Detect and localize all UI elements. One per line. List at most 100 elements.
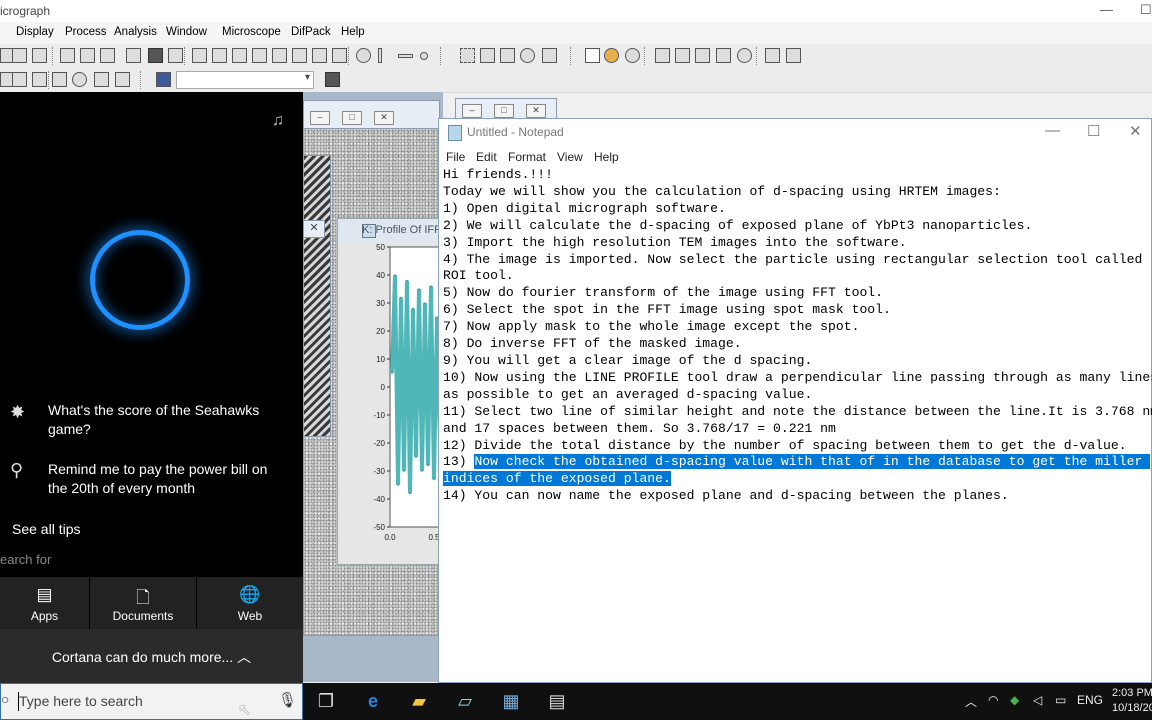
cortana-more-button[interactable]: Cortana can do much more... ︿ bbox=[0, 629, 303, 685]
wifi-icon[interactable]: ◠ bbox=[988, 693, 998, 707]
menu-window[interactable]: Window bbox=[166, 26, 207, 38]
lasso-icon[interactable] bbox=[520, 48, 535, 63]
maximize-button[interactable]: □ bbox=[494, 104, 514, 118]
notepad-title-bar[interactable]: Untitled - Notepad — ☐ ✕ bbox=[439, 119, 1151, 146]
image-window-1-titlebar[interactable]: – □ ✕ bbox=[303, 100, 440, 130]
volume-icon[interactable]: ◁ bbox=[1033, 693, 1042, 707]
zoom-icon[interactable] bbox=[625, 48, 640, 63]
text-icon[interactable] bbox=[655, 48, 670, 63]
close-button[interactable]: ✕ bbox=[526, 104, 546, 118]
taskbar-search-box[interactable]: ○ Type here to search 🎙 bbox=[0, 683, 303, 720]
profile-title-bar[interactable]: K: Profile Of IFF bbox=[338, 219, 444, 241]
search-input[interactable]: Type here to search bbox=[19, 693, 143, 709]
file-explorer-icon[interactable]: ▰ bbox=[406, 688, 432, 714]
menu-format[interactable]: Format bbox=[508, 150, 546, 164]
horizontal-line-icon[interactable] bbox=[398, 54, 413, 58]
settings-icon[interactable] bbox=[168, 48, 183, 63]
target-icon[interactable] bbox=[72, 72, 87, 87]
move-icon[interactable] bbox=[356, 48, 371, 63]
rect-select-icon[interactable] bbox=[460, 48, 475, 63]
menu-view[interactable]: View bbox=[557, 150, 583, 164]
show-hidden-icons-icon[interactable]: ︿ bbox=[965, 693, 977, 710]
menu-help[interactable]: Help bbox=[594, 150, 619, 164]
menu-display[interactable]: Display bbox=[16, 26, 54, 38]
plot-zoom-icon[interactable] bbox=[252, 48, 267, 63]
plot-scale-icon[interactable] bbox=[272, 48, 287, 63]
image-icon[interactable] bbox=[786, 48, 801, 63]
point-icon[interactable] bbox=[420, 52, 428, 60]
tools-icon[interactable] bbox=[148, 48, 163, 63]
tip-power-bill[interactable]: Remind me to pay the power bill on the 2… bbox=[48, 460, 288, 498]
minimize-button[interactable]: – bbox=[462, 104, 482, 118]
rectangle-icon[interactable] bbox=[716, 48, 731, 63]
menu-help[interactable]: Help bbox=[341, 26, 365, 38]
measure-icon[interactable] bbox=[94, 72, 109, 87]
minimize-button[interactable]: — bbox=[1045, 122, 1060, 139]
network-icon[interactable]: ◆ bbox=[1010, 693, 1019, 707]
cut-icon[interactable] bbox=[60, 48, 75, 63]
language-indicator[interactable]: ENG bbox=[1077, 693, 1103, 707]
edge-browser-icon[interactable]: e bbox=[360, 688, 386, 714]
close-button[interactable]: ✕ bbox=[1129, 122, 1142, 140]
copy-icon[interactable] bbox=[80, 48, 95, 63]
paste-icon[interactable] bbox=[100, 48, 115, 63]
tab-apps[interactable]: ▤ Apps bbox=[0, 577, 89, 629]
arrow-icon[interactable] bbox=[695, 48, 710, 63]
pointer-icon[interactable] bbox=[585, 48, 600, 63]
line-icon[interactable] bbox=[675, 48, 690, 63]
oval-icon[interactable] bbox=[737, 48, 752, 63]
ifft-image-strip[interactable] bbox=[303, 155, 331, 437]
notepad-window[interactable]: Untitled - Notepad — ☐ ✕ File Edit Forma… bbox=[438, 118, 1152, 683]
menu-file[interactable]: File bbox=[446, 150, 465, 164]
print-icon[interactable] bbox=[126, 48, 141, 63]
plot-axis-icon[interactable] bbox=[332, 48, 347, 63]
close-button[interactable]: ✕ bbox=[303, 220, 325, 238]
cross-select-icon[interactable] bbox=[500, 48, 515, 63]
line-select-icon[interactable] bbox=[480, 48, 495, 63]
line-profile-window[interactable]: K: Profile Of IFF 50 40 30 20 10 0 -10 -20 -30 -4… bbox=[337, 218, 445, 565]
save-all-icon[interactable] bbox=[32, 48, 47, 63]
tab-web[interactable]: 🌐 Web bbox=[197, 577, 303, 629]
calibrate-icon[interactable] bbox=[115, 72, 130, 87]
freehand-icon[interactable] bbox=[542, 48, 557, 63]
save-icon[interactable] bbox=[12, 48, 27, 63]
dm-minimize-button[interactable]: — bbox=[1100, 2, 1113, 17]
menu-microscope[interactable]: Microscope bbox=[222, 26, 281, 38]
disk-icon[interactable] bbox=[156, 72, 171, 87]
align-icon[interactable] bbox=[52, 72, 67, 87]
maximize-button[interactable]: ☐ bbox=[1087, 122, 1100, 140]
menu-edit[interactable]: Edit bbox=[476, 150, 497, 164]
hand-icon[interactable] bbox=[604, 48, 619, 63]
tab-documents[interactable]: 🗋 Documents bbox=[90, 577, 196, 629]
notebook-icon[interactable]: ♫ bbox=[272, 112, 284, 130]
plot-tool-icon[interactable] bbox=[312, 48, 327, 63]
notepad-text-area[interactable]: Hi friends.!!! Today we will show you the… bbox=[443, 167, 1152, 505]
table-icon[interactable] bbox=[32, 72, 47, 87]
wand-icon[interactable] bbox=[765, 48, 780, 63]
close-button[interactable]: ✕ bbox=[374, 111, 394, 125]
menu-analysis[interactable]: Analysis bbox=[114, 26, 157, 38]
scatter-plot-icon[interactable] bbox=[212, 48, 227, 63]
tools-icon[interactable] bbox=[325, 72, 340, 87]
task-view-icon[interactable]: ❐ bbox=[313, 688, 339, 714]
line-plot-icon[interactable] bbox=[192, 48, 207, 63]
dm-toolbar-combo[interactable] bbox=[176, 71, 314, 89]
menu-process[interactable]: Process bbox=[65, 26, 107, 38]
micrograph-taskbar-icon[interactable]: ▦ bbox=[498, 688, 524, 714]
notepad-taskbar-icon[interactable]: ▱ bbox=[452, 688, 478, 714]
dm-maximize-button[interactable]: ☐ bbox=[1140, 2, 1152, 18]
plot-add-icon[interactable] bbox=[232, 48, 247, 63]
see-all-tips-link[interactable]: See all tips bbox=[12, 521, 80, 537]
menu-difpack[interactable]: DifPack bbox=[291, 26, 331, 38]
tip-seahawks[interactable]: What's the score of the Seahawks game? bbox=[48, 401, 288, 439]
grid-icon[interactable] bbox=[12, 72, 27, 87]
clock[interactable]: 2:03 PM 10/18/20 bbox=[1112, 686, 1152, 716]
maximize-button[interactable]: □ bbox=[342, 111, 362, 125]
microphone-icon[interactable]: 🎙 bbox=[278, 691, 297, 709]
calculator-icon[interactable]: ▤ bbox=[544, 688, 570, 714]
minimize-button[interactable]: – bbox=[310, 111, 330, 125]
battery-icon[interactable]: ▭ bbox=[1055, 693, 1066, 707]
profile-plot[interactable]: 50403020100-10-20-30-40-500.0 0.5 bbox=[338, 241, 444, 563]
plot-fit-icon[interactable] bbox=[292, 48, 307, 63]
vertical-line-icon[interactable] bbox=[378, 48, 382, 63]
